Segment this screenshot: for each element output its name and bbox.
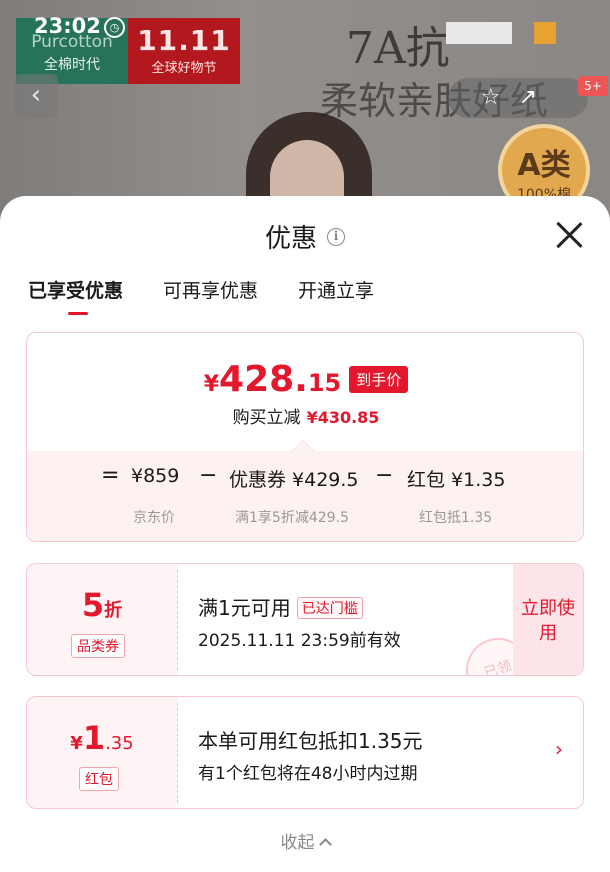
coupon-type-tag: 品类券 [71,634,125,658]
jd-price-caption: 京东价 [133,510,175,526]
tab-indicator [68,312,88,315]
sheet-header: 优惠 i [0,218,610,255]
coupon-value: 5 [81,586,105,624]
brand-left-sub: 全棉时代 [44,57,100,73]
coupon-caption: 满1享5折减429.5 [235,510,349,526]
red-packet-value-area: ¥1.35 红包 [27,697,177,808]
tab-more[interactable]: 可再享优惠 [163,276,258,303]
red-packet-detail: 本单可用红包抵扣1.35元 有1个红包将在48小时内过期 › [178,697,583,808]
chevron-left-icon: ‹ [30,80,42,110]
brand-right-sub: 全球好物节 [151,61,217,76]
sheet-title: 优惠 [264,224,317,254]
threshold-reached-tag: 已达门槛 [296,597,363,619]
share-icon[interactable]: ↗ [519,85,555,110]
status-time: 23:02 [34,14,101,38]
redacted-block [446,22,512,44]
equals-sign: = [101,463,120,488]
red-packet-dec: .35 [105,733,134,754]
coupon-detail: 满1元可用 已达门槛 2025.11.11 23:59前有效 已领 立即使用 [178,564,583,675]
final-price-symbol: ¥ [203,372,220,397]
discount-tabs: 已享受优惠 可再享优惠 开通立享 [28,276,374,315]
jd-price: ¥859 [131,465,180,487]
brand-right-name: 11.11 [137,24,231,57]
tab-more-label: 可再享优惠 [163,280,259,302]
final-price-int: 428. [219,359,308,400]
tab-activate[interactable]: 开通立享 [298,276,374,303]
star-icon[interactable]: ☆ [481,85,519,110]
red-packet-card[interactable]: ¥1.35 红包 本单可用红包抵扣1.35元 有1个红包将在48小时内过期 › [26,696,584,809]
corner-badge: 5+ [578,76,608,96]
product-headline-1: 7A抗 [346,23,450,74]
red-packet-tag: 红包 [79,767,119,791]
final-price: ¥428.15 到手价 [27,359,583,400]
red-packet-subtitle: 有1个红包将在48小时内过期 [198,764,418,784]
reduce-label: 购买立减 [232,408,301,428]
red-packet-title: 本单可用红包抵扣1.35元 [198,729,423,753]
brand-logo-1111: 11.11 全球好物节 [128,18,240,84]
coupon-value-area: 5折 品类券 [27,564,177,675]
redpacket-amount: 红包 ¥1.35 [407,469,506,491]
tab-enjoyed-label: 已享受优惠 [28,280,124,302]
red-packet-symbol: ¥ [70,733,83,754]
info-icon[interactable]: i [327,227,345,246]
back-button[interactable]: ‹ [14,74,58,118]
coupon-amount: 优惠券 ¥429.5 [229,469,359,491]
close-icon[interactable] [554,220,584,250]
price-summary-card: ¥428.15 到手价 购买立减 ¥430.85 = ¥859 − 优惠券 ¥429… [26,332,584,542]
coupon-discount: 5折 [27,586,177,624]
badge-main: A类 [517,148,571,183]
tab-enjoyed[interactable]: 已享受优惠 [28,276,124,315]
redpacket-caption: 红包抵1.35 [419,510,493,526]
coupon-condition: 满1元可用 已达门槛 [198,592,363,621]
minus-sign: − [199,463,218,488]
tab-activate-label: 开通立享 [298,280,375,302]
final-price-tag: 到手价 [349,366,409,393]
coupon-validity: 2025.11.11 23:59前有效 [198,631,401,651]
red-packet-amount: ¥1.35 [27,719,177,757]
final-price-dec: 15 [307,369,342,397]
collapse-label: 收起 [280,833,315,853]
reduce-amount: ¥430.85 [306,408,380,427]
use-now-button[interactable]: 立即使用 [513,564,583,675]
minus-sign: − [375,463,394,488]
red-packet-int: 1 [82,719,106,757]
chevron-right-icon[interactable]: › [555,737,563,761]
collapse-button[interactable]: 收起 [0,828,610,853]
redacted-block-accent [534,22,556,44]
alarm-icon: ◷ [104,17,125,38]
purchase-reduction: 购买立减 ¥430.85 [27,403,583,428]
coupon-card[interactable]: 5折 品类券 满1元可用 已达门槛 2025.11.11 23:59前有效 已领 … [26,563,584,676]
discount-sheet: 优惠 i 已享受优惠 可再享优惠 开通立享 ¥428.15 到手价 购买立减 ¥43… [0,196,610,872]
top-actions[interactable]: ☆↗ [448,78,588,118]
chevron-up-icon [318,838,332,851]
coupon-title: 满1元可用 [198,596,291,620]
coupon-unit: 折 [104,600,123,621]
